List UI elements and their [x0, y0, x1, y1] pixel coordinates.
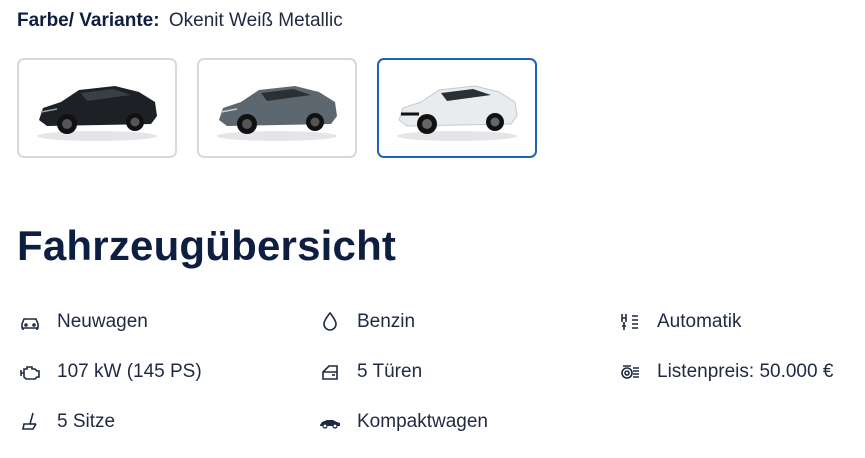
feature-text: 5 Sitze: [57, 411, 116, 432]
feature-power: 107 kW (145 PS): [17, 350, 202, 394]
variant-label: Farbe/ Variante:: [17, 10, 160, 31]
feature-condition: Neuwagen: [17, 300, 148, 344]
feature-text: 5 Türen: [357, 361, 423, 382]
color-swatches: [17, 58, 537, 158]
feature-text: Benzin: [357, 311, 416, 332]
feature-doors: 5 Türen: [317, 350, 422, 394]
feature-text: Automatik: [657, 311, 742, 332]
feature-transmission: Automatik: [617, 300, 741, 344]
feature-text: Listenpreis: 50.000 €: [657, 361, 834, 382]
feature-list-price: Listenpreis: 50.000 €: [617, 350, 833, 394]
car-image-black: [37, 86, 157, 141]
variant-line: Farbe/ Variante: Okenit Weiß Metallic: [17, 8, 343, 34]
variant-value: Okenit Weiß Metallic: [168, 10, 343, 31]
car-image-grey: [217, 86, 337, 141]
feature-text: Neuwagen: [57, 311, 148, 332]
feature-seats: 5 Sitze: [17, 400, 115, 444]
fuel-drop-icon: [317, 309, 343, 335]
car-icon: [17, 309, 43, 335]
feature-text: Kompaktwagen: [357, 411, 488, 432]
feature-body-type: Kompaktwagen: [317, 400, 488, 444]
car-image-white: [397, 85, 518, 141]
engine-icon: [17, 359, 43, 385]
overview-title: Fahrzeugübersicht: [17, 222, 397, 269]
gearbox-icon: [617, 309, 643, 335]
feature-fuel: Benzin: [317, 300, 415, 344]
seat-icon: [17, 409, 43, 435]
door-icon: [317, 359, 343, 385]
feature-text: 107 kW (145 PS): [57, 361, 202, 382]
swatch-black[interactable]: [17, 58, 177, 158]
swatch-grey[interactable]: [197, 58, 357, 158]
price-tag-icon: [617, 359, 643, 385]
compact-car-icon: [317, 409, 343, 435]
swatch-white[interactable]: [377, 58, 537, 158]
